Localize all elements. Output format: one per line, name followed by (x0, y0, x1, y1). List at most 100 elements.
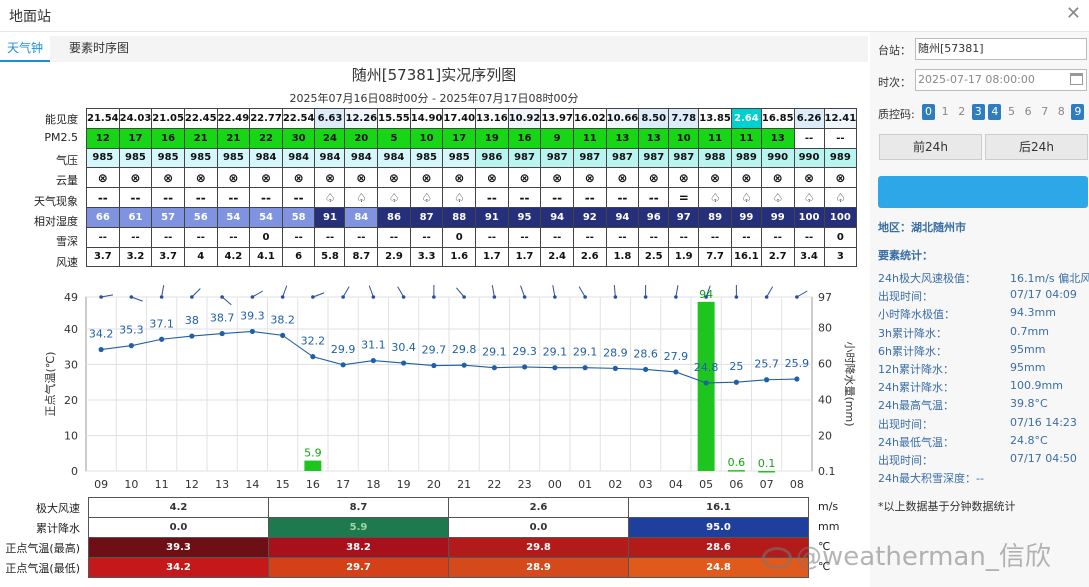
stat-key: 24h累计降水： (878, 381, 954, 395)
summary-cell: 28.9 (448, 557, 629, 578)
stat-row: 24h极大风速极值： 16.1m/s 偏北风 (878, 270, 1089, 286)
summary-label-temp-min: 正点气温(最低) (5, 562, 80, 575)
temperature-label: 38 (185, 314, 199, 327)
summary-row-max-wind: 4.2 8.7 2.6 16.1 (88, 497, 809, 518)
temperature-point (643, 366, 649, 373)
next-24h-button[interactable]: 后24h (985, 134, 1088, 160)
stat-key: 24h极大风速极值： (878, 272, 976, 285)
stat-row: 出现时间： 07/16 14:23 (878, 416, 1077, 432)
stat-row: 12h累计降水： 95mm (878, 361, 1045, 377)
temperature-point (128, 343, 134, 349)
wind-barb-dot (250, 295, 255, 299)
summary-cell: 29.8 (448, 537, 629, 558)
temperature-label: 35.3 (119, 324, 144, 337)
temperature-point (159, 336, 165, 342)
temperature-point (522, 364, 528, 370)
temperature-point (370, 357, 376, 364)
temperature-label: 27.9 (664, 350, 689, 363)
x-tick-label: 23 (518, 478, 532, 491)
x-tick-label: 05 (699, 478, 713, 491)
time-field[interactable]: 2025-07-17 08:00:00 (915, 69, 1087, 91)
qc-code-9[interactable]: 9 (1071, 104, 1085, 120)
qc-code-5[interactable]: 5 (1005, 104, 1018, 120)
wind-barb-dot (220, 295, 224, 299)
station-field[interactable]: 随州[57381] (915, 38, 1087, 60)
stat-row: 24h最高气温： 39.8°C (878, 397, 1048, 413)
stat-key: 24h最高气温： (878, 399, 954, 413)
x-tick-label: 10 (124, 478, 138, 491)
stat-row: 24h最大积雪深度：-- (878, 470, 984, 486)
summary-cell: 29.7 (268, 557, 449, 578)
wind-barb-dot (795, 295, 799, 299)
wind-barb (578, 286, 586, 298)
temperature-label: 28.9 (603, 346, 628, 359)
temperature-point (703, 380, 709, 386)
x-tick-label: 20 (427, 478, 441, 491)
summary-row-temp-max: 39.3 38.2 29.8 28.6 (88, 537, 809, 558)
region-text: 地区：湖北随州市 (878, 221, 966, 234)
qc-code-6[interactable]: 6 (1022, 104, 1035, 120)
precip-bar (697, 301, 715, 471)
qc-code-2[interactable]: 2 (955, 104, 968, 120)
y-tick-label: 40 (64, 323, 78, 336)
stat-value: 95mm (1010, 361, 1046, 374)
y-tick-label: 20 (64, 394, 78, 407)
y-tick-label: 30 (64, 358, 78, 371)
summary-cell: 39.3 (88, 537, 269, 558)
x-tick-label: 19 (397, 478, 411, 491)
summary-cell: 16.1 (628, 497, 809, 518)
y2-axis-label: 小时降水量(mm) (843, 341, 857, 426)
qc-code-0[interactable]: 0 (922, 104, 935, 120)
qc-code-4[interactable]: 4 (988, 104, 1002, 120)
x-tick-label: 06 (729, 478, 743, 491)
qc-code-8[interactable]: 8 (1055, 104, 1068, 120)
stat-row: 24h累计降水： 100.9mm (878, 379, 1063, 395)
precip-bar (758, 471, 776, 473)
y2-tick-label: 20 (818, 429, 832, 442)
wind-barb (766, 286, 774, 298)
wind-barb-dot (371, 295, 376, 299)
summary-label-accum-precip: 累计降水 (36, 522, 80, 535)
stat-value: 100.9mm (1010, 379, 1063, 393)
x-tick-label: 09 (94, 478, 108, 491)
qc-code-3[interactable]: 3 (971, 104, 985, 120)
x-tick-label: 18 (366, 478, 380, 491)
wind-barb-dot (674, 295, 678, 299)
temperature-label: 29.1 (573, 346, 598, 359)
temperature-label: 29.9 (331, 343, 356, 356)
stat-key: 24h最大积雪深度： (878, 472, 976, 486)
temperature-label: 29.3 (512, 345, 537, 358)
stat-value: 07/16 14:23 (1010, 415, 1077, 429)
x-tick-label: 04 (669, 478, 683, 491)
time-label: 时次： (878, 76, 911, 89)
stat-row: 出现时间： 07/17 04:09 (878, 288, 1077, 304)
qc-code-7[interactable]: 7 (1038, 104, 1051, 120)
summary-cell: 5.9 (268, 517, 449, 538)
wind-barb-dot (311, 295, 315, 299)
stat-value: 07/17 04:09 (1010, 288, 1077, 302)
calendar-icon[interactable] (1070, 73, 1083, 85)
temperature-point (582, 365, 588, 371)
precip-bar (727, 470, 745, 472)
stat-value: 16.1m/s 偏北风 (1010, 272, 1089, 285)
temperature-point (491, 365, 497, 371)
wind-barb-dot (553, 295, 557, 299)
prev-24h-button[interactable]: 前24h (879, 134, 982, 160)
wind-barb-dot (734, 295, 739, 299)
query-button[interactable] (878, 176, 1088, 208)
close-icon[interactable]: ✕ (1066, 3, 1081, 24)
stat-key: 3h累计降水： (878, 326, 947, 340)
summary-unit: mm (818, 520, 840, 533)
summary-row-temp-min: 34.2 29.7 28.9 24.8 (88, 557, 809, 578)
x-tick-label: 00 (548, 478, 562, 491)
stat-key: 出现时间： (878, 290, 933, 304)
x-tick-label: 13 (215, 478, 229, 491)
stat-value: -- (975, 472, 984, 486)
x-tick-label: 22 (487, 478, 501, 491)
x-tick-label: 07 (760, 478, 774, 491)
wind-barb-dot (401, 295, 406, 299)
temperature-label: 30.4 (391, 341, 416, 354)
qc-code-1[interactable]: 1 (939, 104, 952, 120)
stat-key: 6h累计降水： (878, 344, 947, 358)
wind-barb (191, 288, 201, 298)
